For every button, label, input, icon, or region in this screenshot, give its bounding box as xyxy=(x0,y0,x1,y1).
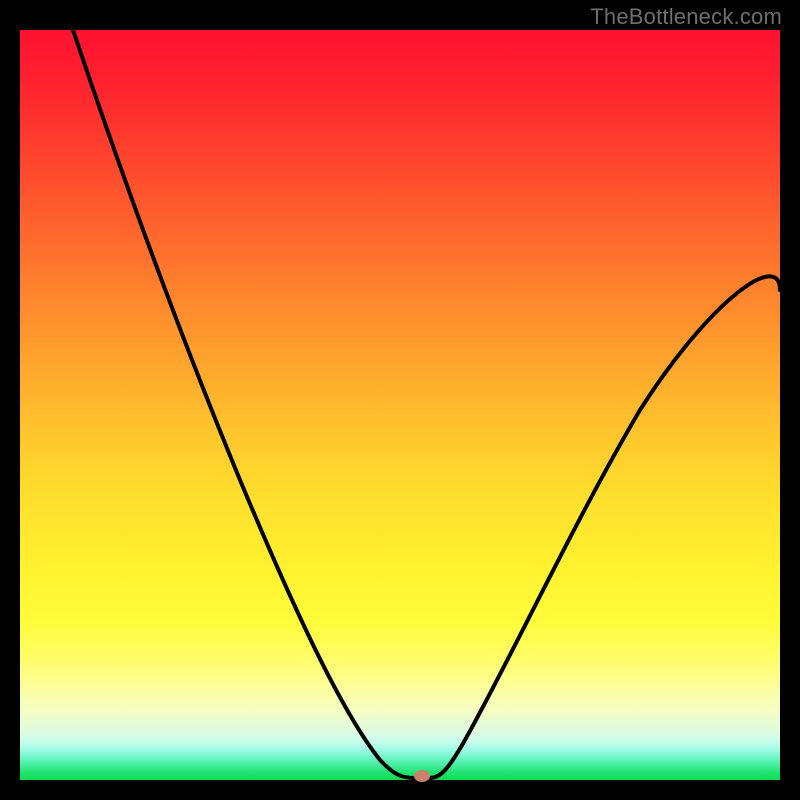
chart-frame: TheBottleneck.com xyxy=(0,0,800,800)
bottleneck-curve xyxy=(20,30,780,780)
gradient-plot-area xyxy=(20,30,780,780)
watermark-text: TheBottleneck.com xyxy=(590,4,782,30)
optimum-marker xyxy=(414,770,430,782)
curve-path xyxy=(73,30,780,778)
